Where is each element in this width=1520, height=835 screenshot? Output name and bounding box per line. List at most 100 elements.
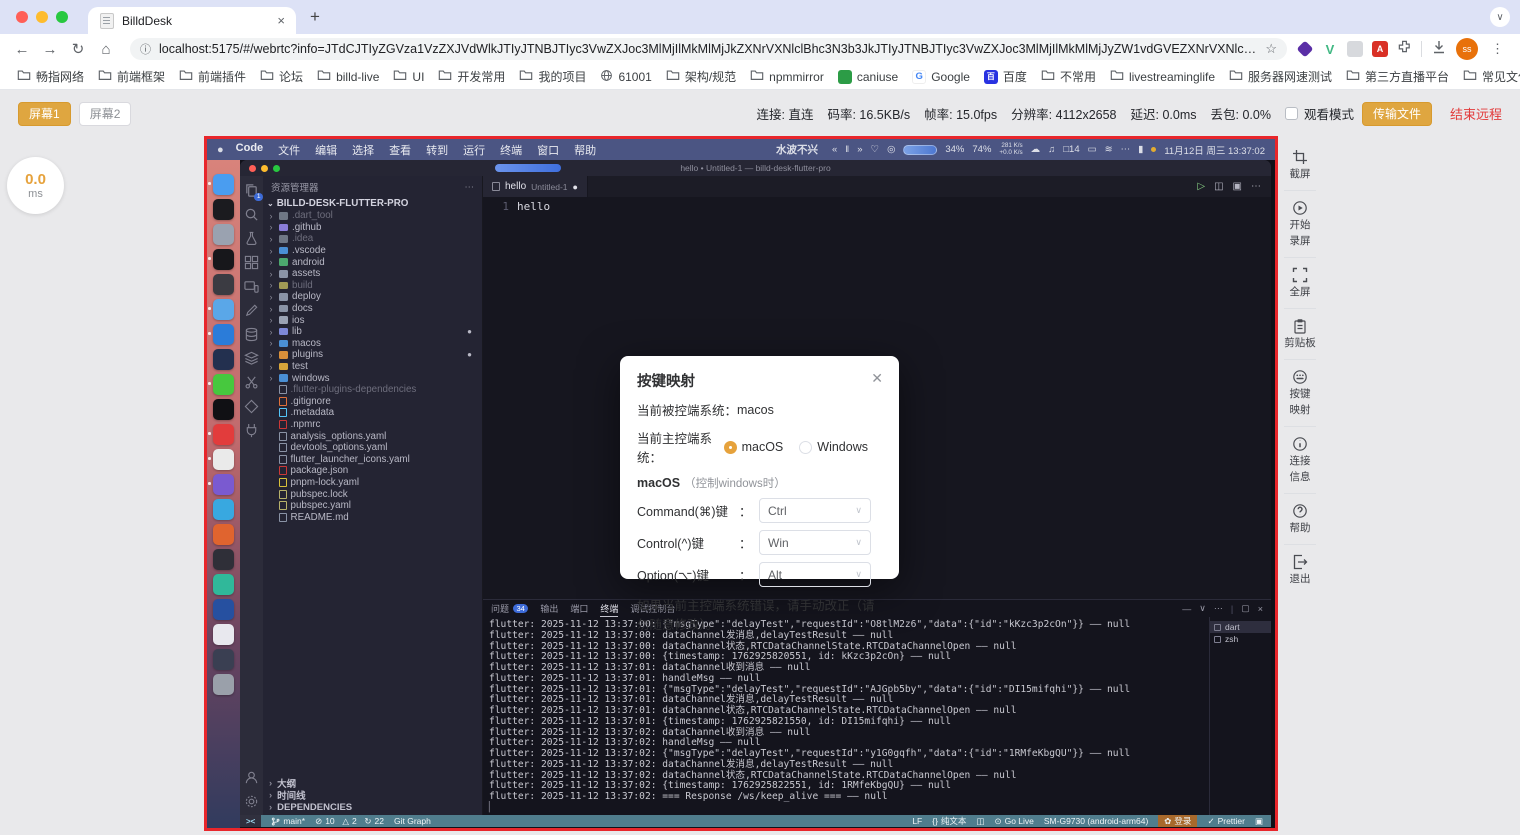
bookmark-star-icon[interactable]: ☆ (1265, 41, 1277, 57)
tree-item[interactable]: ›test (267, 361, 482, 373)
screen2-button[interactable]: 屏幕2 (79, 102, 132, 126)
dock-icon-20[interactable] (213, 649, 234, 670)
transfer-file-button[interactable]: 传输文件 (1362, 102, 1432, 126)
keymap-select[interactable]: Alt∨ (759, 562, 871, 587)
dock-icon-15[interactable] (213, 524, 234, 545)
menu-item[interactable]: 查看 (389, 142, 411, 158)
tree-item[interactable]: .npmrc (267, 419, 482, 431)
dock-icon-5[interactable] (213, 274, 234, 295)
plug-icon[interactable] (244, 423, 259, 438)
bookmark-item[interactable]: UI (386, 68, 431, 85)
tree-item[interactable]: ›assets (267, 268, 482, 280)
watch-mode-checkbox[interactable] (1285, 107, 1298, 120)
terminal-entry[interactable]: zsh (1210, 633, 1271, 645)
dock-icon-16[interactable] (213, 549, 234, 570)
bookmark-item[interactable]: GGoogle (905, 70, 977, 84)
url-text[interactable]: localhost:5175/#/webrtc?info=JTdCJTIyZGV… (159, 42, 1257, 56)
radio-windows[interactable] (799, 441, 812, 454)
tree-item[interactable]: ›.github (267, 222, 482, 234)
tree-item[interactable]: pubspec.yaml (267, 500, 482, 512)
menu-item[interactable]: Code (236, 142, 264, 158)
more-icon[interactable]: ⋯ (1121, 144, 1131, 155)
window-controls[interactable] (16, 11, 68, 23)
tree-item[interactable]: README.md (267, 511, 482, 523)
end-remote-button[interactable]: 结束远程 (1450, 104, 1502, 123)
record-icon[interactable]: ◎ (887, 144, 895, 155)
dock-icon-2[interactable] (213, 199, 234, 220)
unsaved-dot-icon[interactable]: ● (573, 182, 578, 192)
menu-item[interactable]: 帮助 (574, 142, 596, 158)
tree-item[interactable]: package.json (267, 465, 482, 477)
profile-avatar[interactable]: ss (1456, 38, 1478, 60)
notifications-icon[interactable]: ▣ (1255, 816, 1263, 827)
bookmark-item[interactable]: 前端框架 (91, 68, 172, 85)
menu-item[interactable]: 终端 (500, 142, 522, 158)
dock-icon-19[interactable] (213, 624, 234, 645)
media-prev-icon[interactable]: « (832, 144, 837, 155)
tree-item[interactable]: ›.vscode (267, 245, 482, 257)
bookmark-item[interactable]: 开发常用 (431, 68, 512, 85)
editor-more-icon[interactable]: ⋯ (1251, 181, 1261, 192)
keymap-select[interactable]: Ctrl∨ (759, 498, 871, 523)
radio-label[interactable]: macOS (742, 440, 784, 454)
screen-count-badge[interactable]: □14 (1063, 144, 1079, 155)
minimize-window-icon[interactable] (36, 11, 48, 23)
menubar-clock[interactable]: 11月12日 周三 13:37:02 (1164, 143, 1265, 157)
tree-item[interactable]: ›windows (267, 372, 482, 384)
media-next-icon[interactable]: » (857, 144, 862, 155)
radio-macos[interactable] (724, 441, 737, 454)
go-live-button[interactable]: ⊙ Go Live (994, 816, 1033, 827)
account-icon[interactable] (244, 770, 259, 785)
search-icon[interactable] (244, 207, 259, 222)
browser-menu-icon[interactable]: ⋮ (1487, 41, 1508, 57)
split-editor-icon[interactable]: ◫ (1214, 181, 1223, 192)
bookmark-item[interactable]: 百百度 (977, 68, 1034, 85)
extension-adobe-icon[interactable]: A (1372, 41, 1388, 57)
tree-item[interactable]: ›.dart_tool (267, 210, 482, 222)
panel-tab[interactable]: 终端 (600, 600, 618, 617)
tree-item[interactable]: ›android (267, 256, 482, 268)
bookmark-item[interactable]: caniuse (831, 70, 905, 84)
tree-item[interactable]: pnpm-lock.yaml (267, 477, 482, 489)
sidebar-item-info[interactable]: 连接信息 (1284, 427, 1316, 494)
terminal-output[interactable]: flutter: 2025-11-12 13:37:00: {"msgType"… (483, 617, 1209, 815)
devices-icon[interactable] (244, 279, 259, 294)
tree-item[interactable]: devtools_options.yaml (267, 442, 482, 454)
menu-item[interactable]: 编辑 (315, 142, 337, 158)
layout-icon[interactable]: ▣ (1233, 181, 1242, 192)
settings-gear-icon[interactable] (244, 794, 259, 809)
tree-item[interactable]: flutter_launcher_icons.yaml (267, 453, 482, 465)
menu-item[interactable]: 窗口 (537, 142, 559, 158)
tree-item[interactable]: pubspec.lock (267, 488, 482, 500)
feedback-icon[interactable]: ◫ (976, 816, 984, 827)
tree-item[interactable]: .flutter-plugins-dependencies (267, 384, 482, 396)
bookmark-item[interactable]: 畅指网络 (10, 68, 91, 85)
display-icon[interactable]: ▭ (1088, 144, 1097, 155)
browser-tab[interactable]: BilldDesk × (88, 7, 296, 34)
terminal-entry[interactable]: dart (1210, 621, 1271, 633)
dock-icon-7[interactable] (213, 324, 234, 345)
panel-tab[interactable]: 问题34 (491, 600, 528, 617)
battery-icon[interactable]: ▮ (1138, 144, 1143, 155)
menu-item[interactable]: 转到 (426, 142, 448, 158)
dock-icon-17[interactable] (213, 574, 234, 595)
tree-item[interactable]: ›lib● (267, 326, 482, 338)
explorer-more-icon[interactable]: ⋯ (465, 182, 475, 193)
dock-icon-4[interactable] (213, 249, 234, 270)
forward-icon[interactable]: → (36, 41, 64, 58)
editor-tab-hello[interactable]: hello Untitled-1 ● (483, 176, 588, 197)
back-icon[interactable]: ← (8, 41, 36, 58)
home-icon[interactable]: ⌂ (92, 41, 120, 58)
bookmark-item[interactable]: 论坛 (253, 68, 310, 85)
bookmark-item[interactable]: 我的项目 (512, 68, 593, 85)
dock-icon-9[interactable] (213, 374, 234, 395)
tree-item[interactable]: .gitignore (267, 396, 482, 408)
menu-item[interactable]: 运行 (463, 142, 485, 158)
sidebar-item-help[interactable]: 帮助 (1284, 494, 1316, 545)
dock-icon-3[interactable] (213, 224, 234, 245)
extension-vue-icon[interactable]: V (1322, 41, 1338, 57)
heart-icon[interactable]: ♡ (871, 144, 880, 155)
remote-indicator[interactable]: >< (240, 815, 261, 827)
tree-item[interactable]: .metadata (267, 407, 482, 419)
layers-icon[interactable] (244, 351, 259, 366)
